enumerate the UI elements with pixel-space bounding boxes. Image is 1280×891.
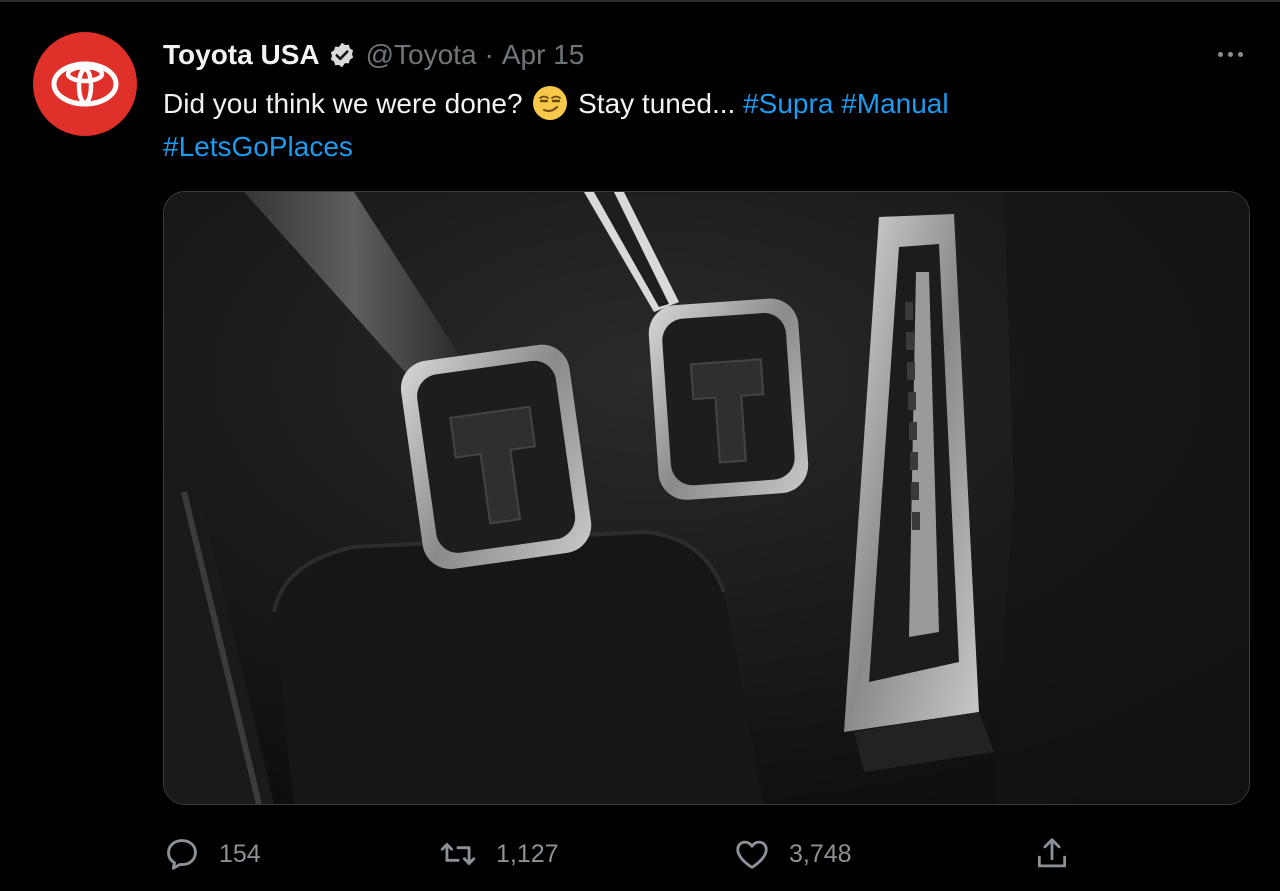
reply-button[interactable]: 154 — [163, 832, 261, 876]
hashtag-letsgoplaces[interactable]: #LetsGoPlaces — [163, 131, 353, 162]
tweet-actions: 154 1,127 3,748 — [163, 832, 1263, 876]
separator-dot: · — [484, 39, 494, 70]
reply-count: 154 — [219, 839, 261, 868]
tweet-header: Toyota USA @Toyota · Apr 15 — [163, 35, 584, 75]
share-icon — [1037, 838, 1067, 868]
retweet-count: 1,127 — [496, 839, 559, 868]
tweet-text-part-1: Did you think we were done? — [163, 88, 523, 119]
avatar[interactable] — [33, 32, 137, 136]
reply-icon — [167, 839, 197, 870]
tweet-date[interactable]: Apr 15 — [502, 39, 585, 71]
retweet-button[interactable]: 1,127 — [438, 832, 559, 876]
tweet-card: Toyota USA @Toyota · Apr 15 Did you thin… — [0, 0, 1280, 891]
car-pedals-image — [164, 192, 1249, 804]
smirking-face-emoji-icon — [532, 85, 568, 121]
hashtag-manual[interactable]: #Manual — [841, 88, 948, 119]
tweet-text-part-2: Stay tuned... — [578, 88, 736, 119]
author-handle[interactable]: @Toyota — [366, 39, 477, 71]
hashtag-supra[interactable]: #Supra — [743, 88, 833, 119]
tweet-text: Did you think we were done? Stay tuned..… — [163, 82, 1223, 168]
tweet-image[interactable] — [163, 191, 1250, 805]
more-options-icon[interactable] — [1212, 42, 1248, 66]
toyota-logo-icon — [51, 61, 119, 107]
like-button[interactable]: 3,748 — [733, 832, 852, 876]
like-count: 3,748 — [789, 839, 852, 868]
share-button[interactable] — [1033, 832, 1071, 876]
verified-badge-icon — [328, 41, 356, 69]
like-icon — [736, 840, 768, 869]
retweet-icon — [440, 843, 476, 865]
author-name[interactable]: Toyota USA — [163, 39, 320, 71]
